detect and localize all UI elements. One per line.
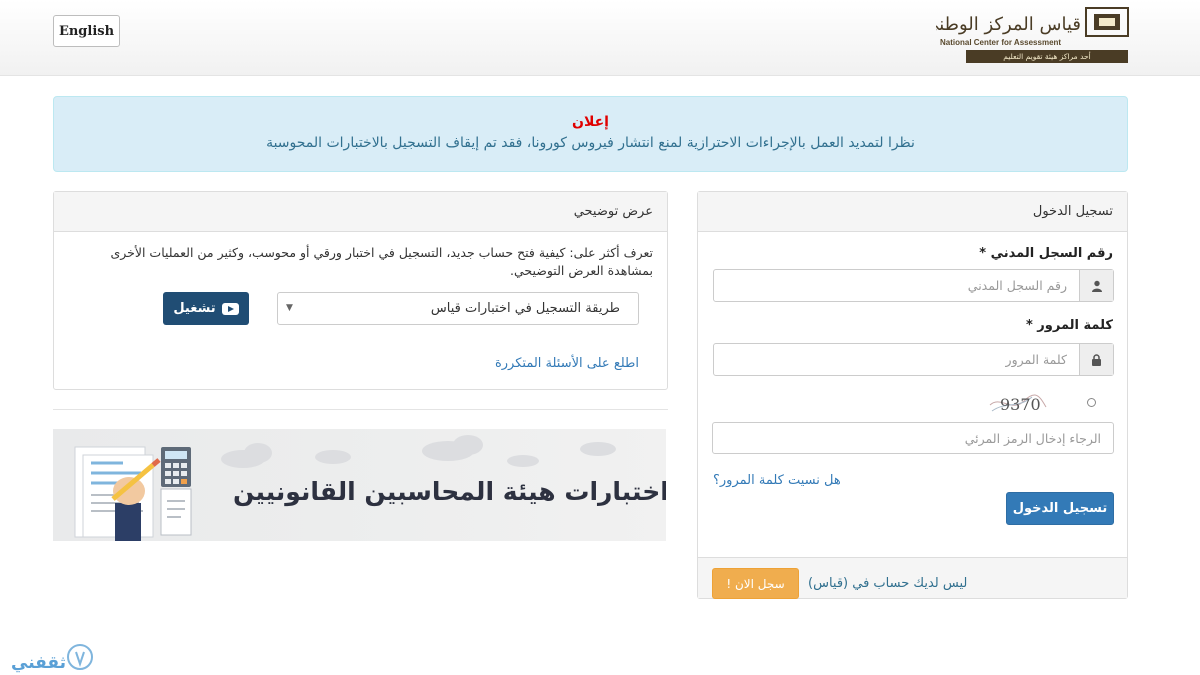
accountants-exam-banner[interactable]: اختبارات هيئة المحاسبين القانونيين — [53, 429, 666, 541]
thaqafni-watermark-logo: ثقفني — [11, 644, 93, 673]
english-language-button[interactable]: English — [53, 15, 120, 47]
announcement-title: إعلان — [572, 114, 609, 130]
watermark-text: ثقفني — [11, 653, 66, 673]
login-button[interactable]: تسجيل الدخول — [1006, 492, 1114, 525]
logo-arabic-mark: قياس المركز الوطني للقياس — [936, 7, 1129, 37]
login-panel: تسجيل الدخول رقم السجل المدني * كلمة الم… — [697, 191, 1128, 599]
captcha-image: 9370 — [989, 394, 1047, 414]
youtube-icon — [221, 302, 239, 315]
logo-english-text: National Center for Assessment — [940, 38, 1062, 47]
captcha-code: 9370 — [1000, 395, 1041, 414]
user-icon — [1079, 270, 1113, 301]
password-input[interactable] — [714, 344, 1079, 375]
captcha-refresh-icon[interactable] — [1087, 398, 1096, 407]
no-account-text: ليس لديك حساب في (قياس) — [808, 576, 968, 591]
faq-link[interactable]: اطلع على الأسئلة المتكررة — [495, 356, 639, 371]
password-label: كلمة المرور * — [1025, 318, 1113, 333]
captcha-input[interactable] — [712, 422, 1114, 454]
password-input-group — [713, 343, 1114, 376]
national-id-input-group — [713, 269, 1114, 302]
login-panel-title: تسجيل الدخول — [698, 192, 1127, 232]
register-footer: ليس لديك حساب في (قياس) سجل الان ! — [698, 557, 1127, 599]
demo-select-value: طريقة التسجيل في اختبارات قياس — [430, 301, 620, 316]
forgot-password-link[interactable]: هل نسيت كلمة المرور؟ — [713, 473, 841, 488]
qiyas-logo[interactable]: قياس المركز الوطني للقياس National Cente… — [936, 0, 1131, 68]
demo-panel: عرض توضيحي تعرف أكثر على: كيفية فتح حساب… — [53, 191, 668, 390]
national-id-input[interactable] — [714, 270, 1079, 301]
logo-subtitle: أحد مراكز هيئة تقويم التعليم — [966, 50, 1128, 63]
banner-title: اختبارات هيئة المحاسبين القانونيين — [233, 477, 666, 506]
caret-down-icon: ▼ — [286, 303, 293, 313]
register-now-button[interactable]: سجل الان ! — [712, 568, 799, 599]
demo-video-select[interactable]: طريقة التسجيل في اختبارات قياس ▼ — [277, 292, 639, 325]
top-header: English قياس المركز الوطني للقياس Nation… — [0, 0, 1200, 76]
announcement-text: نظرا لتمديد العمل بالإجراءات الاحترازية … — [266, 135, 915, 151]
play-button[interactable]: تشغيل — [163, 292, 249, 325]
national-id-label: رقم السجل المدني * — [979, 246, 1113, 261]
lock-icon — [1079, 344, 1113, 375]
divider — [53, 409, 668, 410]
demo-panel-title: عرض توضيحي — [54, 192, 667, 232]
logo-arabic-text: قياس المركز الوطني للقياس — [936, 14, 1081, 35]
announcement-alert: إعلان نظرا لتمديد العمل بالإجراءات الاحت… — [53, 96, 1128, 172]
demo-description: تعرف أكثر على: كيفية فتح حساب جديد، التس… — [110, 245, 653, 278]
play-button-label: تشغيل — [173, 301, 216, 316]
